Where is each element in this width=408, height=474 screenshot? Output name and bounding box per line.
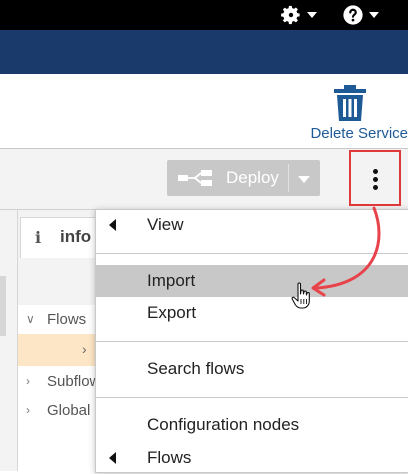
menu-item-import[interactable]: Import: [96, 265, 408, 297]
menu-item-view[interactable]: View: [96, 209, 408, 241]
kebab-dot: [373, 169, 378, 174]
tree-item-label: Flows: [47, 311, 87, 328]
menu-divider: [96, 341, 408, 342]
menu-item-label: Configuration nodes: [147, 415, 300, 434]
menu-item-flows[interactable]: Flows: [96, 442, 408, 474]
settings-menu-button[interactable]: [280, 3, 317, 27]
tab-info-label: info: [60, 227, 92, 246]
menu-divider: [96, 253, 408, 254]
delete-service-button[interactable]: Delete Service: [290, 125, 408, 142]
deploy-icon: [178, 170, 212, 186]
trash-icon[interactable]: [333, 84, 367, 122]
app-header: [0, 30, 408, 74]
menu-item-label: Flows: [147, 448, 192, 467]
chevron-right-icon: ›: [26, 403, 30, 417]
kebab-dot: [373, 177, 378, 182]
question-icon: [343, 5, 363, 25]
chevron-down-icon: ∨: [26, 312, 35, 326]
menu-item-label: Export: [147, 303, 197, 322]
palette-scrollbar[interactable]: [0, 276, 6, 336]
chevron-down-icon: [307, 12, 317, 18]
chevron-down-icon: [369, 12, 379, 18]
menu-item-label: View: [147, 215, 184, 234]
gear-icon: [281, 5, 300, 25]
help-menu-button[interactable]: [342, 3, 379, 27]
deploy-button[interactable]: Deploy: [167, 160, 320, 196]
menu-item-search-flows[interactable]: Search flows: [96, 353, 408, 385]
chevron-right-icon: ›: [26, 374, 30, 388]
kebab-dot: [373, 185, 378, 190]
main-menu-button[interactable]: [349, 150, 401, 206]
deploy-label: Deploy: [226, 168, 279, 187]
chevron-down-icon[interactable]: [298, 176, 310, 183]
menu-item-configuration-nodes[interactable]: Configuration nodes: [96, 409, 408, 441]
menu-item-export[interactable]: Export: [96, 297, 408, 329]
tree-item-label: Global: [47, 402, 91, 419]
submenu-arrow-icon: [109, 452, 116, 464]
submenu-arrow-icon: [109, 219, 116, 231]
hand-cursor-icon: [291, 282, 310, 309]
menu-item-label: Search flows: [147, 359, 245, 378]
menu-item-label: Import: [147, 271, 196, 290]
menu-divider: [96, 397, 408, 398]
deploy-divider: [288, 164, 289, 192]
palette-panel: [0, 210, 18, 471]
info-icon: i: [35, 228, 42, 247]
chevron-right-icon: ›: [82, 341, 87, 357]
